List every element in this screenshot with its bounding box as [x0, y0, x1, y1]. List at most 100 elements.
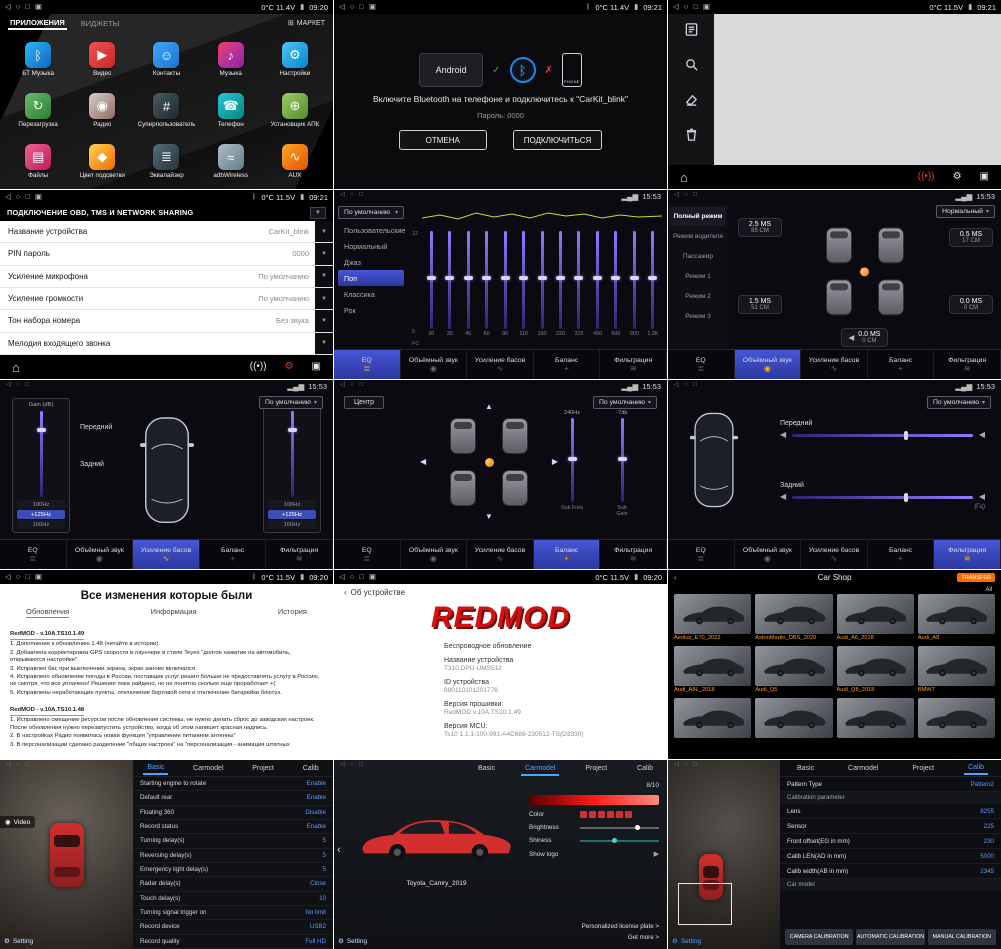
car-item[interactable]: Audi_A8 [918, 594, 995, 641]
pip-icon[interactable]: ▣ [35, 193, 42, 201]
listening-mode-item[interactable]: Пассажир [670, 247, 726, 266]
gear-icon[interactable]: ⚙ [285, 362, 294, 372]
setting-row[interactable]: Default rear Enable [133, 791, 333, 805]
shiness-slider[interactable] [580, 840, 659, 842]
row-dropdown[interactable]: ▼ [315, 243, 333, 264]
eraser-tool-icon[interactable] [684, 92, 699, 112]
recents-icon[interactable]: □ [25, 762, 29, 769]
row-dropdown[interactable]: ▼ [315, 288, 333, 309]
cancel-button[interactable]: ОТМЕНА [399, 130, 487, 150]
home-circle-icon[interactable]: ○ [350, 762, 354, 769]
parameter-row[interactable]: Lens 8255 [780, 804, 1001, 819]
home-circle-icon[interactable]: ○ [684, 382, 688, 389]
eq-band-slider[interactable]: 20 [422, 231, 440, 337]
setting-row[interactable]: PIN пароль 0000 ▼ [0, 243, 333, 265]
slider-thumb[interactable] [464, 276, 473, 280]
arrow-right-icon[interactable]: ▶ [552, 458, 558, 466]
app-shortcut[interactable]: ☺ Контакты [134, 34, 198, 85]
balance-position-dot[interactable] [485, 458, 494, 467]
row-dropdown[interactable]: ▼ [315, 310, 333, 331]
app-shortcut[interactable]: ↻ Перезагрузка [6, 85, 70, 136]
tab-widgets[interactable]: ВИДЖЕТЫ [81, 19, 120, 28]
audio-tab[interactable]: EQ ≣ [334, 350, 401, 379]
audio-tab[interactable]: Фильтрация ≋ [600, 350, 667, 379]
slider-track[interactable] [651, 231, 654, 329]
home-circle-icon[interactable]: ○ [16, 3, 21, 11]
setting-row[interactable]: Record status Enable [133, 820, 333, 834]
audio-tab[interactable]: Фильтрация ≋ [266, 540, 333, 569]
slider-thumb[interactable] [556, 276, 565, 280]
eq-band-slider[interactable]: 1.2K [644, 231, 662, 337]
listening-mode-item[interactable]: Режим 1 [670, 267, 726, 286]
recents-icon[interactable]: □ [359, 573, 364, 581]
home-circle-icon[interactable]: ○ [684, 192, 688, 199]
setting-row[interactable]: Усиление громкости По умолчанию ▼ [0, 288, 333, 310]
default-dropdown[interactable]: По умолчанию ▾ [259, 396, 323, 409]
slider-thumb[interactable] [288, 428, 297, 432]
back-icon[interactable]: ◁ [674, 762, 679, 769]
pip-icon[interactable]: ▣ [35, 573, 42, 581]
app-shortcut[interactable]: ᛒ БТ Музыка [6, 34, 70, 85]
eq-band-slider[interactable]: 450 [588, 231, 606, 337]
home-circle-icon[interactable]: ○ [16, 193, 21, 201]
recents-icon[interactable]: □ [693, 192, 697, 199]
back-icon[interactable]: ◁ [673, 3, 679, 11]
frequency-option[interactable]: +125Hz [17, 510, 65, 519]
home-circle-icon[interactable]: ○ [350, 382, 354, 389]
recents-icon[interactable]: □ [359, 192, 363, 199]
app-shortcut[interactable]: ≈ adbWireless [199, 136, 263, 187]
slider-thumb[interactable] [519, 276, 528, 280]
eq-preset-item[interactable]: Рок [338, 302, 404, 318]
frequency-option[interactable]: 100Hz [17, 500, 65, 509]
recents-icon[interactable]: □ [359, 3, 364, 11]
home-circle-icon[interactable]: ○ [350, 3, 355, 11]
audio-tab[interactable]: Объёмный звук ◉ [401, 540, 468, 569]
back-icon[interactable]: ◁ [340, 382, 345, 389]
frequency-option[interactable]: 160Hz [268, 520, 316, 529]
slider-track[interactable] [596, 231, 599, 329]
setting-row[interactable]: Тон набора номера Без звука ▼ [0, 310, 333, 332]
gain-slider[interactable] [291, 411, 294, 497]
parameter-row[interactable]: Front offset(EG in mm) 230 [780, 834, 1001, 849]
filter-slider[interactable] [792, 434, 973, 437]
broadcast-icon[interactable]: ((•)) [250, 362, 267, 372]
pip-icon[interactable]: ▣ [369, 573, 376, 581]
video-button[interactable]: ◉ Video [0, 816, 35, 828]
setting-value[interactable]: Full HD [305, 938, 326, 945]
settings-tab[interactable]: Carmodel [521, 763, 559, 776]
setting-row[interactable]: Record device USB2 [133, 920, 333, 934]
setting-value[interactable]: Enable [307, 780, 326, 787]
slider-thumb[interactable] [630, 276, 639, 280]
car-3d-render[interactable] [354, 810, 519, 867]
settings-tab[interactable]: Basic [143, 762, 168, 775]
app-shortcut[interactable]: ≣ Эквалайзер [134, 136, 198, 187]
car-item[interactable] [674, 698, 751, 739]
calibration-button[interactable]: MANUAL CALIBRATION [928, 929, 996, 945]
home-circle-icon[interactable]: ○ [684, 762, 688, 769]
recents-icon[interactable]: □ [359, 762, 363, 769]
home-circle-icon[interactable]: ○ [684, 3, 689, 11]
section-dropdown[interactable]: ▼ [310, 207, 326, 219]
license-plate-link[interactable]: Personalized license plate > [582, 923, 659, 930]
search-tool-icon[interactable] [684, 57, 699, 77]
slider-track[interactable] [559, 231, 562, 329]
transfer-button[interactable]: TRANSFER [957, 573, 995, 582]
back-icon[interactable]: ◁ [674, 192, 679, 199]
setting-row[interactable]: Touch delay(s) 10 [133, 892, 333, 906]
car-item[interactable]: Audi_Q8_2018 [837, 646, 914, 693]
eq-band-slider[interactable]: 30 [440, 231, 458, 337]
slider-track[interactable] [504, 231, 507, 329]
listening-mode-item[interactable]: Режим 2 [670, 287, 726, 306]
audio-tab[interactable]: Объёмный звук ◉ [735, 540, 802, 569]
eq-band-slider[interactable]: 900 [625, 231, 643, 337]
arrow-left-icon[interactable]: ◀ [420, 458, 426, 466]
setting-value[interactable]: Disable [305, 809, 326, 816]
audio-tab[interactable]: Баланс + [868, 540, 935, 569]
gear-icon[interactable]: ⚙ [953, 172, 962, 182]
slider-thumb[interactable] [538, 276, 547, 280]
slider-thumb[interactable] [635, 825, 640, 830]
setting-row[interactable]: Reversing delay(s) 5 [133, 849, 333, 863]
slider-track[interactable] [485, 231, 488, 329]
brightness-slider[interactable] [580, 827, 659, 829]
parameter-row[interactable]: Calib LEN(AD in mm) 5000 [780, 849, 1001, 864]
